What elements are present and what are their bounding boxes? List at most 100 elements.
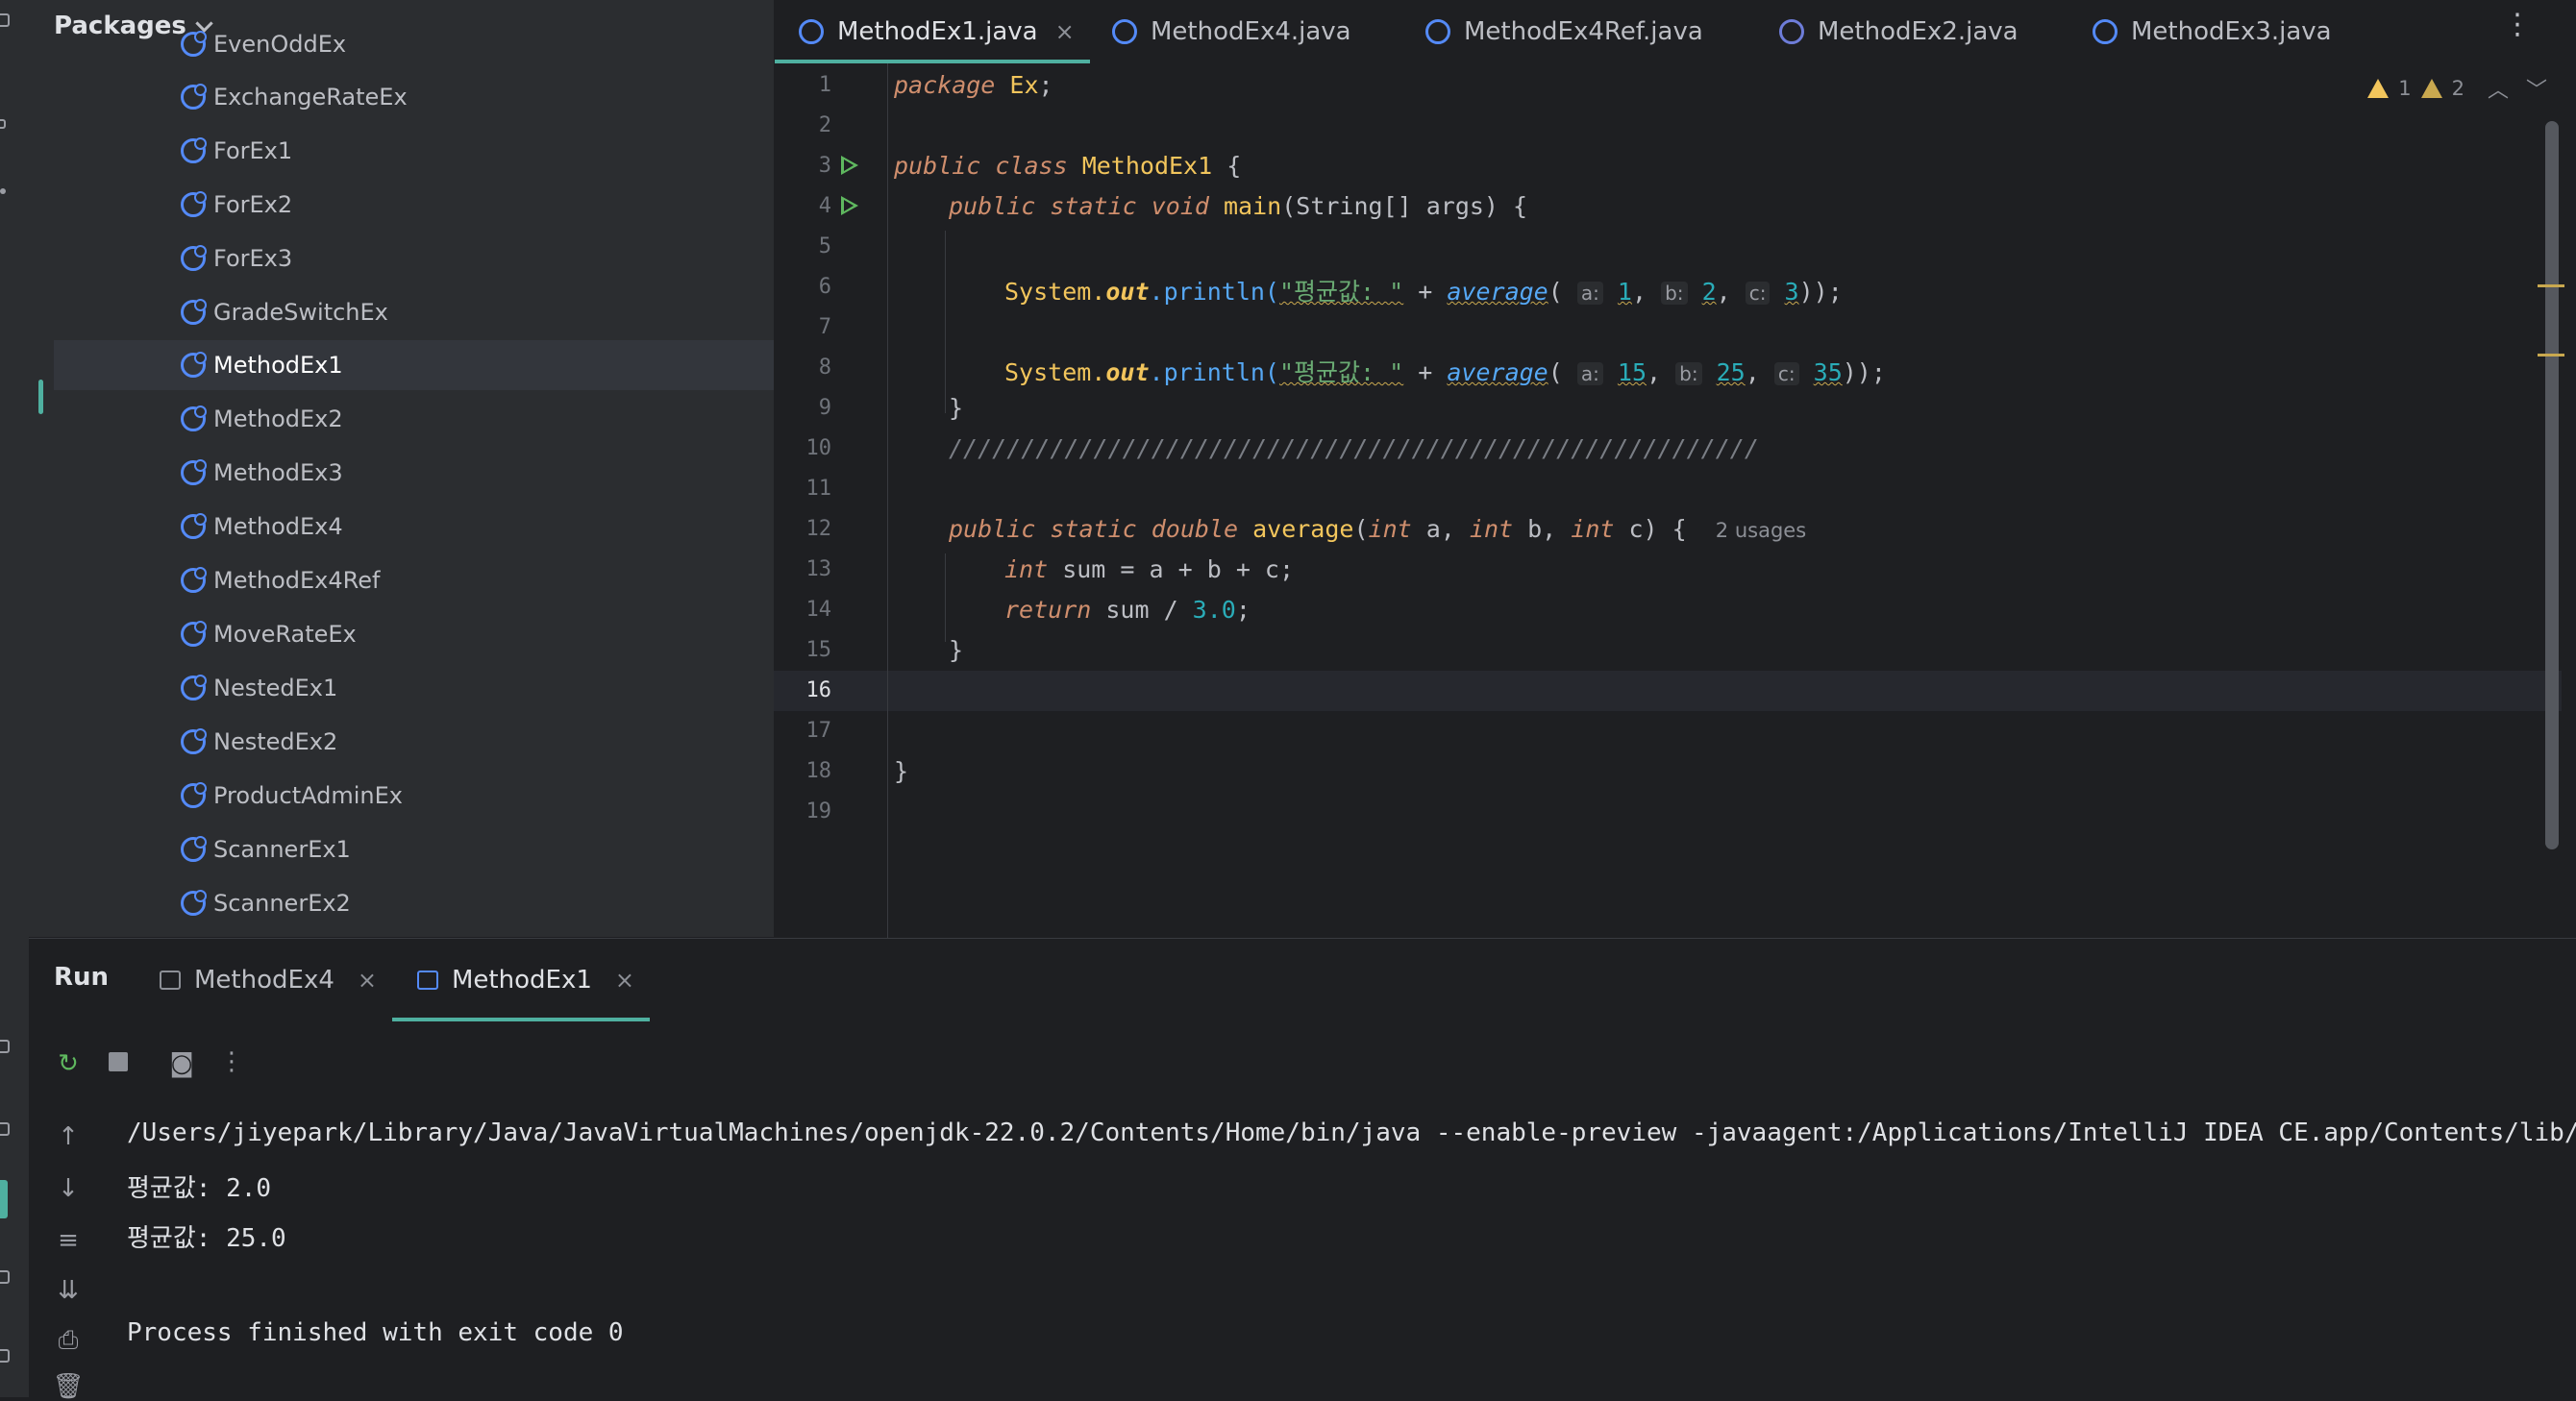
tab-label: MethodEx2.java: [1818, 17, 2019, 46]
class-icon: [1112, 19, 1137, 44]
chevron-up-icon[interactable]: ︿: [2488, 73, 2509, 104]
tab-label: MethodEx4Ref.java: [1464, 17, 1703, 46]
tab-methodex1[interactable]: MethodEx1.java ×: [799, 0, 1075, 63]
tab-methodex4[interactable]: MethodEx4.java: [1112, 0, 1351, 63]
class-icon: [181, 406, 207, 431]
tree-item[interactable]: ProductAdminEx: [54, 771, 774, 821]
param-hint: a:: [1576, 362, 1603, 385]
tree-item[interactable]: MethodEx2: [54, 394, 774, 444]
class-icon: [181, 675, 207, 700]
tree-item[interactable]: ExchangeRateEx: [54, 72, 774, 122]
arrow-up-icon[interactable]: ↑: [52, 1122, 85, 1151]
more-tools-icon[interactable]: [0, 188, 6, 194]
project-tool-icon[interactable]: [0, 13, 10, 27]
param-hint: c:: [1745, 282, 1771, 305]
services-tool-icon[interactable]: [0, 1349, 10, 1363]
arrow-down-icon[interactable]: ↓: [52, 1174, 85, 1203]
tree-item[interactable]: MethodEx4Ref: [54, 555, 774, 605]
method-call: average: [1447, 278, 1548, 306]
editor-scrollbar[interactable]: [2545, 121, 2559, 849]
tree-item[interactable]: ScannerEx2: [54, 878, 774, 928]
tree-item[interactable]: ForEx1: [54, 126, 774, 176]
code-line-8: System.out.println("평균값: " + average( a:…: [1004, 358, 1886, 386]
run-tab-methodex4[interactable]: MethodEx4 ×: [160, 951, 377, 1009]
expression: sum /: [1091, 596, 1193, 624]
punct: {: [1212, 152, 1242, 180]
run-tool-icon[interactable]: [0, 1040, 10, 1053]
tab-methodex2[interactable]: MethodEx2.java: [1779, 0, 2019, 63]
tree-item[interactable]: NestedEx1: [54, 663, 774, 713]
package-name: Ex: [1009, 71, 1039, 99]
run-panel-title: Run: [54, 963, 110, 992]
more-options-icon[interactable]: ⋮: [215, 1047, 248, 1076]
param: b,: [1513, 515, 1572, 543]
warning-stripe[interactable]: [2538, 354, 2564, 356]
warning-stripe[interactable]: [2538, 284, 2564, 287]
rerun-icon[interactable]: ↻: [52, 1049, 85, 1078]
tree-item[interactable]: NestedEx2: [54, 717, 774, 767]
class-icon: [181, 621, 207, 647]
tree-item[interactable]: MoveRateEx: [54, 609, 774, 659]
tree-item[interactable]: ForEx2: [54, 180, 774, 230]
tree-item[interactable]: ScannerEx1: [54, 824, 774, 874]
method-name: main: [1224, 192, 1282, 220]
camera-icon[interactable]: ◙: [165, 1049, 198, 1078]
commit-tool-icon[interactable]: [0, 119, 6, 129]
tree-item[interactable]: MethodEx4: [54, 502, 774, 552]
project-panel: Packages EvenOddEx ExchangeRateEx ForEx1…: [29, 0, 774, 937]
tree-item[interactable]: ForEx3: [54, 234, 774, 283]
punct: ;: [1235, 596, 1251, 624]
tab-methodex4ref[interactable]: MethodEx4Ref.java: [1425, 0, 1703, 63]
console-command-line: /Users/jiyepark/Library/Java/JavaVirtual…: [127, 1118, 2576, 1147]
class-icon: [181, 782, 207, 808]
code-line-18: }: [894, 757, 909, 785]
line-number: 17: [805, 719, 832, 743]
line-number: 7: [818, 315, 831, 339]
close-icon[interactable]: ×: [1055, 18, 1075, 45]
run-tab-label: MethodEx1: [452, 966, 592, 995]
class-ref: System.: [1004, 358, 1106, 386]
close-icon[interactable]: ×: [615, 967, 634, 994]
code-line-10-comment: ////////////////////////////////////////…: [949, 434, 1759, 462]
punct: (: [1353, 515, 1369, 543]
line-number: 6: [818, 275, 831, 299]
scroll-to-end-icon[interactable]: ⇊: [52, 1276, 85, 1305]
run-main-icon[interactable]: [841, 196, 858, 215]
code-line-3: public class MethodEx1 {: [894, 152, 1241, 180]
problems-tool-icon[interactable]: [0, 1270, 10, 1284]
param: c) {: [1614, 515, 1687, 543]
code-line-13: int sum = a + b + c;: [1004, 555, 1294, 583]
tree-item[interactable]: MethodEx3: [54, 448, 774, 498]
usages-hint[interactable]: 2 usages: [1716, 519, 1806, 542]
string-literal: "평균값: ": [1278, 358, 1404, 386]
close-icon[interactable]: ×: [358, 967, 377, 994]
number-literal: 35: [1813, 358, 1843, 386]
more-tabs-icon[interactable]: ⋮: [2503, 8, 2532, 41]
expression: sum = a + b + c;: [1048, 555, 1295, 583]
tree-item-selected[interactable]: MethodEx1: [54, 340, 774, 390]
tree-item[interactable]: EvenOddEx: [54, 19, 774, 69]
keyword: int: [1368, 515, 1412, 543]
line-number: 19: [805, 799, 832, 823]
inspection-widget[interactable]: 1 2 ︿ ﹀: [2367, 73, 2547, 104]
line-number: 14: [805, 598, 832, 622]
code-line-6: System.out.println("평균값: " + average( a:…: [1004, 278, 1843, 306]
tree-item[interactable]: GradeSwitchEx: [54, 287, 774, 337]
class-icon: [799, 19, 824, 44]
soft-wrap-icon[interactable]: ≡: [52, 1226, 85, 1255]
print-icon[interactable]: ⎙: [52, 1326, 85, 1356]
number-literal: 2: [1701, 278, 1717, 306]
line-number: 9: [818, 396, 831, 420]
run-config-icon: [417, 971, 438, 990]
run-tab-methodex1[interactable]: MethodEx1 ×: [417, 951, 634, 1009]
terminal-tool-icon[interactable]: [0, 1122, 10, 1136]
keyword: int: [1469, 515, 1514, 543]
stop-icon[interactable]: [102, 1049, 135, 1078]
run-class-icon[interactable]: [841, 156, 858, 175]
operator: +: [1403, 358, 1448, 386]
class-icon: [2093, 19, 2118, 44]
code-line-15: }: [949, 636, 964, 664]
tab-methodex3[interactable]: MethodEx3.java: [2093, 0, 2332, 63]
selection-marker: [38, 380, 43, 414]
chevron-down-icon[interactable]: ﹀: [2526, 73, 2547, 104]
